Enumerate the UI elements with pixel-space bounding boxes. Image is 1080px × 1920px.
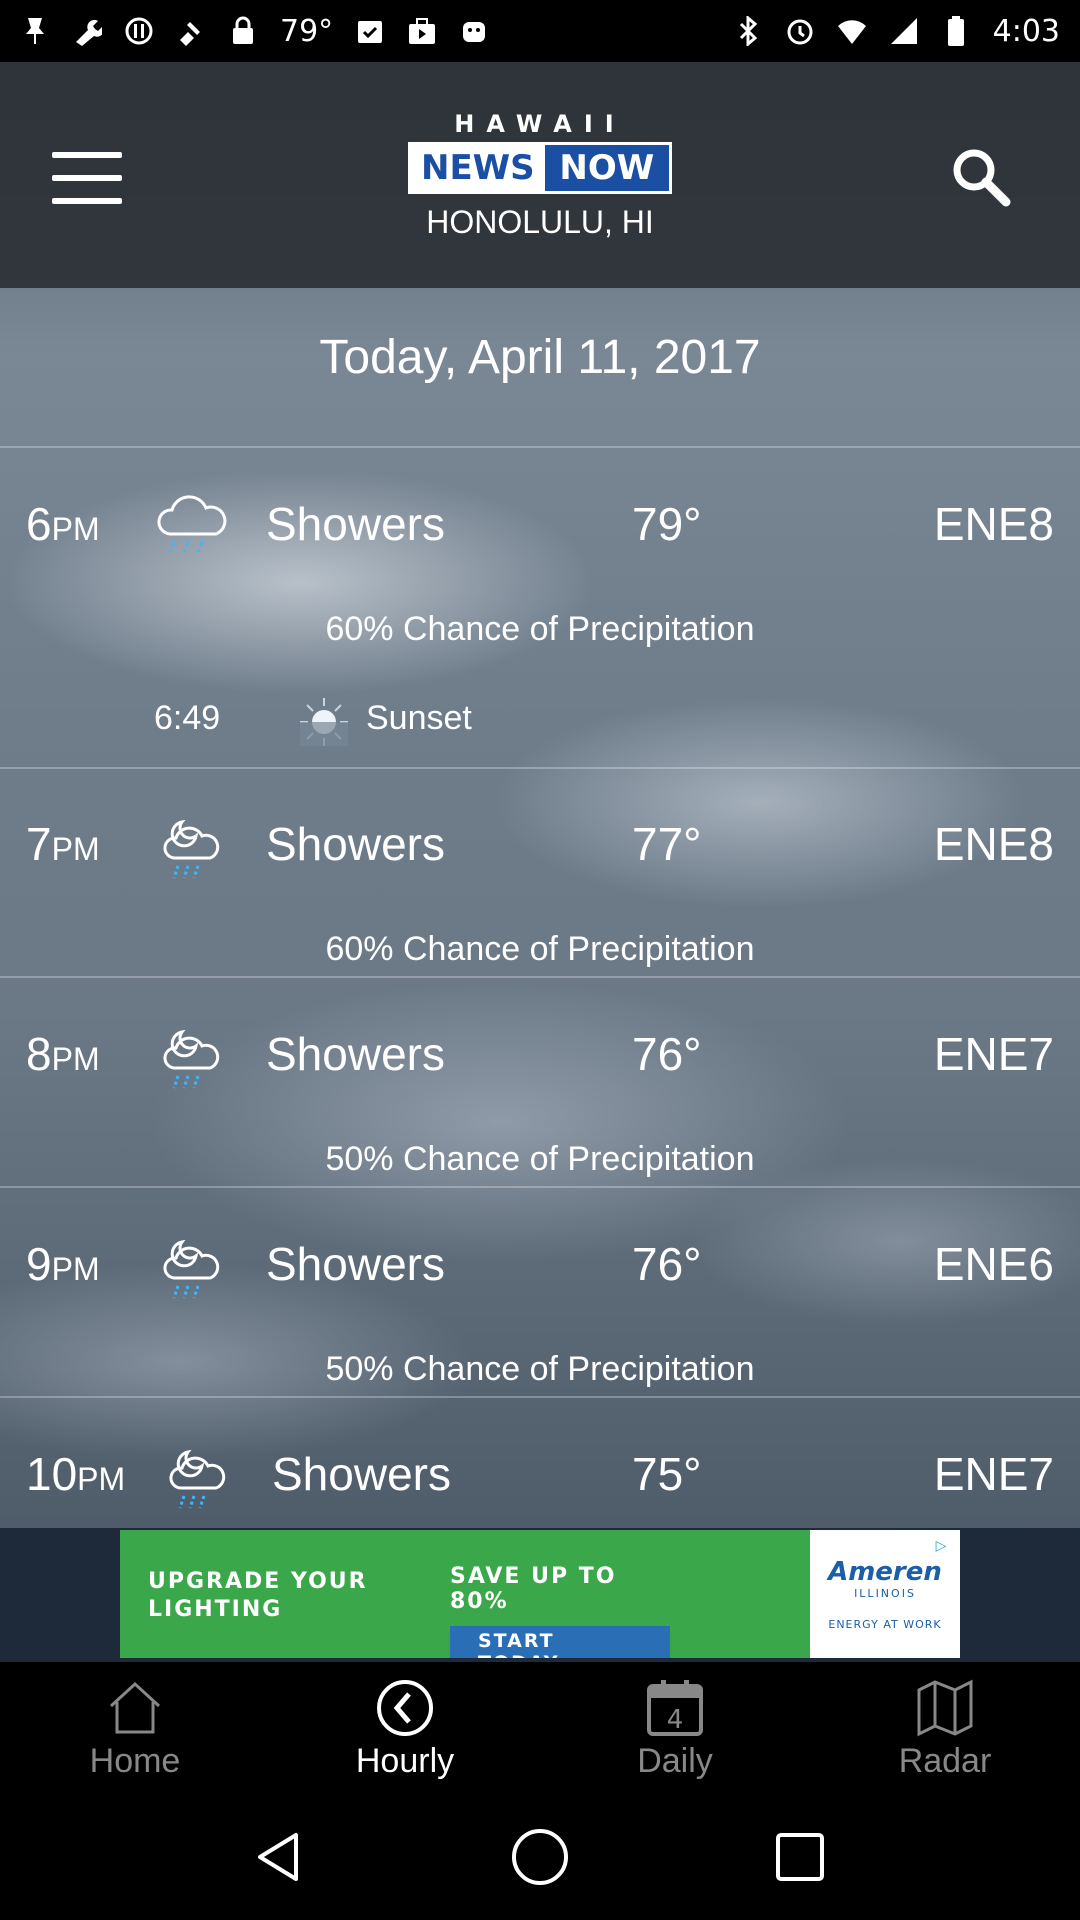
nav-hourly[interactable]: Hourly	[270, 1662, 540, 1794]
moon-cloud-rain-icon	[152, 1228, 232, 1304]
map-icon	[917, 1679, 973, 1737]
hour-temp: 79°	[632, 498, 702, 550]
hour-row[interactable]: 10PM Showers 75° ENE7	[0, 1434, 1080, 1514]
nav-hourly-label: Hourly	[355, 1742, 455, 1780]
divider	[0, 976, 1080, 978]
divider	[0, 767, 1080, 769]
hour-time: 7PM	[26, 818, 100, 870]
hour-temp: 76°	[632, 1028, 702, 1080]
hour-condition: Showers	[266, 498, 445, 550]
clipboard-check-icon	[355, 16, 385, 46]
calendar-icon: 4	[647, 1680, 703, 1736]
fake-gps-icon	[176, 16, 206, 46]
sunset-row: 6:49 Sunset	[0, 688, 1080, 748]
ad-cta-button[interactable]: START TODAY	[450, 1626, 670, 1658]
hour-wind: ENE8	[933, 818, 1054, 870]
wrench-icon	[72, 16, 102, 46]
ad-brand-name: Ameren	[828, 1557, 942, 1587]
alert-circle-icon	[124, 16, 154, 46]
logo: NEWS NOW	[408, 142, 672, 194]
status-bar: 79° 4:03	[0, 0, 1080, 62]
moon-cloud-rain-icon	[158, 1438, 238, 1514]
hour-row[interactable]: 9PM Showers 76° ENE6	[0, 1224, 1080, 1304]
pin-icon	[20, 16, 50, 46]
location-label[interactable]: HONOLULU, HI	[0, 204, 1080, 241]
hour-wind: ENE7	[933, 1448, 1054, 1500]
sunset-time: 6:49	[154, 699, 221, 737]
logo-hawaii: HAWAII	[454, 110, 626, 138]
signal-icon	[889, 16, 919, 46]
battery-icon	[941, 16, 971, 46]
sunset-label: Sunset	[366, 699, 472, 737]
app-header: HAWAII NEWS NOW HONOLULU, HI	[0, 62, 1080, 288]
hour-time: 8PM	[26, 1028, 100, 1080]
ad-offer: SAVE UP TO 80% START TODAY	[370, 1530, 670, 1658]
ad-choices-icon[interactable]: ▷	[926, 1534, 956, 1558]
cloud-rain-icon	[152, 488, 232, 564]
nav-daily[interactable]: 4 Daily	[540, 1662, 810, 1794]
precip-chance: 60% Chance of Precipitation	[325, 610, 755, 648]
moon-cloud-rain-icon	[152, 808, 232, 884]
ad-brand: ▷ Ameren ILLINOIS ENERGY AT WORK	[810, 1530, 960, 1658]
nav-home-label: Home	[89, 1742, 181, 1780]
logo-news: NEWS	[411, 145, 545, 191]
ad-banner[interactable]: UPGRADE YOUR LIGHTING SAVE UP TO 80% STA…	[120, 1530, 960, 1658]
ad-headline: UPGRADE YOUR LIGHTING	[148, 1569, 368, 1622]
hour-condition: Showers	[266, 818, 445, 870]
hour-condition: Showers	[272, 1448, 451, 1500]
hour-wind: ENE6	[933, 1238, 1054, 1290]
alarm-icon	[785, 16, 815, 46]
clock-icon	[377, 1680, 433, 1736]
nav-daily-label: Daily	[637, 1742, 713, 1780]
hour-row[interactable]: 6PM Showers 79° ENE8	[0, 484, 1080, 564]
recents-icon[interactable]	[770, 1827, 830, 1887]
briefcase-play-icon	[407, 16, 437, 46]
precip-chance: 50% Chance of Precipitation	[325, 1140, 755, 1178]
ad-save: SAVE UP TO 80%	[450, 1564, 617, 1614]
ad-tagline: ENERGY AT WORK	[828, 1618, 942, 1631]
logo-now: NOW	[544, 145, 669, 191]
home-icon	[109, 1681, 161, 1734]
lock-icon	[228, 16, 258, 46]
precip-chance: 60% Chance of Precipitation	[325, 930, 755, 968]
system-nav-bar	[0, 1794, 1080, 1920]
hour-row[interactable]: 8PM Showers 76° ENE7	[0, 1014, 1080, 1094]
ad-brand-sub: ILLINOIS	[854, 1587, 916, 1600]
status-temp: 79°	[280, 13, 334, 49]
hour-time: 10PM	[26, 1448, 126, 1500]
nav-radar[interactable]: Radar	[810, 1662, 1080, 1794]
precip-chance: 50% Chance of Precipitation	[325, 1350, 755, 1388]
search-icon[interactable]	[946, 142, 1016, 212]
hour-temp: 77°	[632, 818, 702, 870]
hour-temp: 76°	[632, 1238, 702, 1290]
nav-radar-label: Radar	[898, 1742, 992, 1780]
wifi-icon	[837, 16, 867, 46]
menu-icon[interactable]	[52, 152, 122, 204]
divider	[0, 1186, 1080, 1188]
hour-condition: Showers	[266, 1238, 445, 1290]
hour-time: 6PM	[26, 498, 100, 550]
nav-home[interactable]: Home	[0, 1662, 270, 1794]
hour-condition: Showers	[266, 1028, 445, 1080]
hour-row[interactable]: 7PM Showers 77° ENE8	[0, 804, 1080, 884]
home-button-icon[interactable]	[510, 1827, 570, 1887]
hour-wind: ENE8	[933, 498, 1054, 550]
moon-cloud-rain-icon	[152, 1018, 232, 1094]
back-icon[interactable]	[250, 1827, 310, 1887]
hour-temp: 75°	[632, 1448, 702, 1500]
hour-wind: ENE7	[933, 1028, 1054, 1080]
sunset-icon	[296, 694, 352, 746]
bottom-nav: Home Hourly 4 Daily Radar	[0, 1662, 1080, 1794]
ad-area: UPGRADE YOUR LIGHTING SAVE UP TO 80% STA…	[0, 1528, 1080, 1662]
android-icon	[459, 16, 489, 46]
status-time: 4:03	[992, 13, 1060, 49]
bluetooth-icon	[733, 16, 763, 46]
divider	[0, 446, 1080, 448]
calendar-badge: 4	[667, 1705, 684, 1735]
date-heading: Today, April 11, 2017	[319, 331, 761, 384]
hour-time: 9PM	[26, 1238, 100, 1290]
divider	[0, 1396, 1080, 1398]
